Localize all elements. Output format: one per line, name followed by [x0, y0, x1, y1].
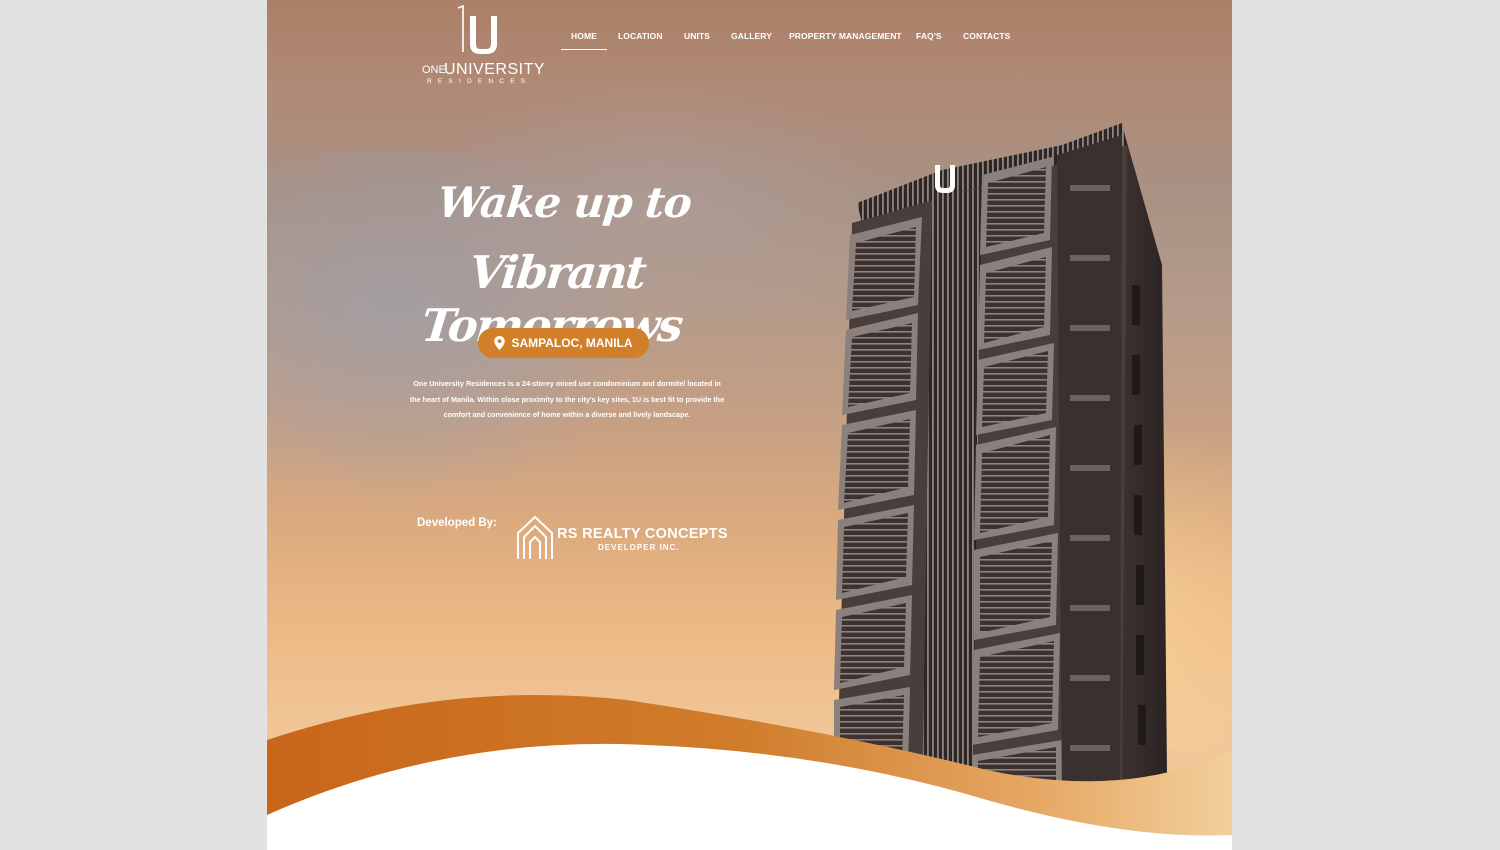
hero-description: One University Residences is a 24-storey… — [409, 379, 725, 419]
logo-university-text: UNIVERSITY — [444, 61, 546, 78]
logo-one-text: ONE — [422, 64, 446, 76]
headline-line-1: Wake up to — [435, 178, 694, 227]
location-badge[interactable]: SAMPALOC, MANILA — [478, 328, 649, 358]
nav-item-faqs[interactable]: FAQ'S — [916, 31, 942, 41]
decorative-waves — [267, 695, 1232, 850]
developer-label: Developed By: — [417, 517, 497, 529]
developer-name: RS REALTY CONCEPTS — [557, 526, 728, 542]
nav-item-property-management[interactable]: PROPERTY MANAGEMENT — [789, 31, 902, 41]
site-logo[interactable]: ONE UNIVERSITY RESIDENCES — [417, 4, 547, 86]
rs-house-logo-icon — [517, 515, 553, 559]
nav-item-units[interactable]: UNITS — [684, 31, 710, 41]
location-text: SAMPALOC, MANILA — [511, 336, 633, 350]
nav-item-location[interactable]: LOCATION — [618, 31, 663, 41]
location-pin-icon — [494, 336, 506, 350]
one-u-logo-icon — [457, 4, 497, 54]
hero-section: ONE UNIVERSITY RESIDENCES HOME LOCATION … — [267, 0, 1232, 850]
nav-active-underline — [561, 49, 607, 50]
nav-item-gallery[interactable]: GALLERY — [731, 31, 772, 41]
developer-subtitle: DEVELOPER INC. — [598, 543, 680, 552]
logo-residences-text: RESIDENCES — [427, 78, 532, 85]
nav-item-home[interactable]: HOME — [571, 31, 597, 41]
nav-item-contacts[interactable]: CONTACTS — [963, 31, 1010, 41]
